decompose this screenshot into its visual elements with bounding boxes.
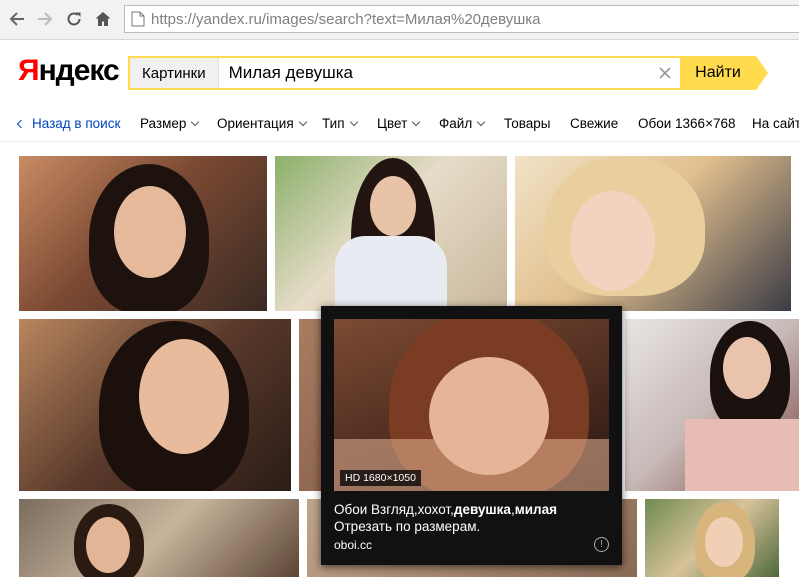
image-thumbnail[interactable] <box>515 156 791 311</box>
search-box: Картинки Милая девушка <box>128 56 682 90</box>
reload-icon[interactable] <box>63 8 85 30</box>
resolution-badge: HD 1680×1050 <box>340 470 421 486</box>
title-highlight: девушка <box>453 502 511 517</box>
filter-orientation[interactable]: Ориентация <box>217 116 307 131</box>
search-button-arrow <box>756 56 768 90</box>
photo-shape <box>139 339 229 454</box>
info-icon[interactable]: ! <box>594 537 609 552</box>
search-input[interactable]: Милая девушка <box>219 58 650 88</box>
title-highlight: милая <box>514 502 557 517</box>
filter-label: Размер <box>140 116 187 131</box>
logo-first-letter: Я <box>18 54 40 87</box>
filter-label: Свежие <box>570 116 619 131</box>
filter-label: Тип <box>322 116 345 131</box>
image-thumbnail[interactable] <box>19 499 299 577</box>
url-host: https://yandex.ru <box>151 10 262 28</box>
filter-label: Ориентация <box>217 116 294 131</box>
chevron-down-icon <box>349 117 358 126</box>
search-button[interactable]: Найти <box>680 56 756 90</box>
filter-label: На сайте <box>752 116 799 131</box>
filter-bar: Назад в поиск Размер Ориентация Тип Цвет… <box>0 106 799 142</box>
filter-wallpaper-size[interactable]: Обои 1366×768 <box>638 116 735 131</box>
preview-caption[interactable]: Обои Взгляд,хохот,девушка,милая Отрезать… <box>334 501 614 535</box>
back-arrow-icon[interactable] <box>6 8 28 30</box>
filter-label: Цвет <box>377 116 408 131</box>
image-thumbnail[interactable] <box>19 319 291 491</box>
photo-shape <box>570 191 655 291</box>
photo-shape <box>685 419 799 491</box>
preview-title: Обои Взгляд,хохот,девушка,милая <box>334 501 614 518</box>
title-part: Обои Взгляд,хохот, <box>334 502 454 517</box>
photo-shape <box>335 236 447 311</box>
browser-toolbar: https://yandex.ru/images/search?text=Мил… <box>0 0 799 40</box>
image-thumbnail[interactable] <box>645 499 779 577</box>
photo-shape <box>86 517 130 573</box>
filter-fresh[interactable]: Свежие <box>570 116 618 131</box>
clear-icon[interactable] <box>650 58 680 88</box>
chevron-down-icon <box>476 117 486 126</box>
filter-type[interactable]: Тип <box>322 116 358 131</box>
url-text: https://yandex.ru/images/search?text=Мил… <box>151 11 541 28</box>
yandex-header: Яндекс Картинки Милая девушка Найти <box>0 40 799 106</box>
filter-label: Товары <box>504 116 551 131</box>
filter-on-site[interactable]: На сайте <box>752 116 799 131</box>
filter-size[interactable]: Размер <box>140 116 200 131</box>
preview-image[interactable]: HD 1680×1050 <box>334 319 609 491</box>
url-path: /images/search?text=Милая%20девушка <box>261 10 541 28</box>
image-thumbnail[interactable] <box>19 156 267 311</box>
filter-goods[interactable]: Товары <box>504 116 550 131</box>
chevron-down-icon <box>412 117 421 126</box>
image-preview-popup[interactable]: HD 1680×1050 Обои Взгляд,хохот,девушка,м… <box>321 306 622 565</box>
filter-label: Файл <box>439 116 473 131</box>
forward-arrow-icon[interactable] <box>34 8 56 30</box>
page-icon <box>131 11 145 27</box>
filter-label: Обои 1366×768 <box>638 116 736 131</box>
preview-description: Отрезать по размерам. <box>334 519 481 534</box>
logo-rest: ндекс <box>38 54 120 87</box>
chevron-down-icon <box>191 117 200 126</box>
back-to-search-link[interactable]: Назад в поиск <box>16 116 121 131</box>
filter-color[interactable]: Цвет <box>377 116 421 131</box>
photo-shape <box>370 176 416 236</box>
back-to-search-label: Назад в поиск <box>32 116 121 131</box>
preview-source-link[interactable]: oboi.cc <box>334 538 372 552</box>
search-scope-chip[interactable]: Картинки <box>130 58 219 88</box>
chevron-left-icon <box>16 119 26 128</box>
home-icon[interactable] <box>92 8 114 30</box>
photo-shape <box>723 337 771 399</box>
image-thumbnail[interactable] <box>625 319 799 491</box>
photo-shape <box>114 186 186 278</box>
image-thumbnail[interactable] <box>275 156 507 311</box>
chevron-down-icon <box>298 117 307 126</box>
photo-shape <box>705 517 743 567</box>
address-bar[interactable]: https://yandex.ru/images/search?text=Мил… <box>124 5 799 33</box>
yandex-logo[interactable]: Яндекс <box>18 54 120 88</box>
filter-file[interactable]: Файл <box>439 116 486 131</box>
